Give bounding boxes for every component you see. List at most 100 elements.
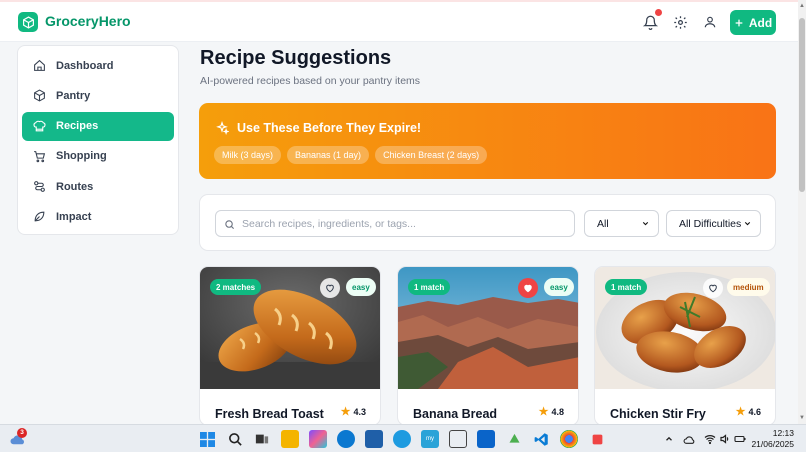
expiring-chip[interactable]: Chicken Breast (2 days): [375, 146, 488, 164]
clock-time: 12:13: [772, 428, 794, 438]
recipe-image-canyon: 1 match easy: [398, 267, 578, 389]
chef-hat-icon: [32, 119, 46, 133]
notification-dot: [655, 9, 662, 16]
expiring-chip[interactable]: Milk (3 days): [214, 146, 282, 164]
scroll-up-arrow-icon[interactable]: ▲: [798, 2, 806, 10]
sidebar-item-label: Impact: [56, 210, 92, 223]
chevron-down-icon: [642, 221, 649, 226]
sidebar-item-label: Shopping: [56, 150, 107, 163]
recipe-image-chicken: 1 match medium: [595, 267, 775, 389]
expiring-items-banner: Use These Before They Expire! Milk (3 da…: [199, 103, 776, 179]
mysql-workbench-icon[interactable]: my: [421, 430, 439, 448]
difficulty-badge: medium: [727, 278, 770, 296]
match-badge: 1 match: [408, 279, 451, 295]
rating-value: 4.8: [551, 406, 564, 417]
box-icon: [32, 89, 46, 103]
recipe-title[interactable]: Chicken Stir Fry: [610, 407, 706, 421]
chrome-browser-icon[interactable]: [560, 430, 578, 448]
notification-bell-icon[interactable]: [638, 9, 662, 34]
recipe-title[interactable]: Fresh Bread Toast: [215, 407, 324, 421]
recipe-title[interactable]: Banana Bread: [413, 407, 497, 421]
app-red-icon[interactable]: [588, 430, 606, 448]
match-badge: 1 match: [605, 279, 648, 295]
top-header: GroceryHero Add: [0, 0, 798, 42]
sidebar-item-label: Dashboard: [56, 59, 114, 72]
system-clock[interactable]: 12:13 21/06/2025: [751, 428, 794, 450]
chevron-up-icon[interactable]: [660, 430, 678, 448]
chevron-down-icon: [744, 221, 751, 226]
difficulty-select[interactable]: All Difficulties: [666, 210, 761, 237]
add-button[interactable]: Add: [730, 10, 776, 35]
match-badge: 2 matches: [210, 279, 262, 295]
battery-icon[interactable]: [731, 430, 749, 448]
expiring-chip[interactable]: Bananas (1 day): [287, 146, 370, 164]
category-select[interactable]: All: [584, 210, 659, 237]
home-icon: [32, 59, 46, 73]
file-explorer-icon[interactable]: [281, 430, 299, 448]
search-icon[interactable]: [226, 430, 244, 448]
rating-value: 4.3: [353, 406, 366, 417]
logo-box-icon: [18, 12, 38, 32]
star-icon: ★: [735, 406, 746, 418]
recipe-card[interactable]: 2 matches easy Fresh Bread Toast ★ 4.3: [199, 266, 381, 426]
settings-gear-icon[interactable]: [668, 10, 692, 34]
windows-start-icon[interactable]: [198, 430, 216, 448]
favorite-heart-icon[interactable]: [320, 278, 340, 298]
sidebar-item-pantry[interactable]: Pantry: [22, 81, 174, 110]
outlook-icon[interactable]: [477, 430, 495, 448]
windows-taskbar: 3 my 12:13 21/06/2025: [0, 424, 806, 452]
sidebar-item-shopping[interactable]: Shopping: [22, 142, 174, 171]
recipe-rating: ★ 4.3: [341, 405, 366, 418]
recipe-card[interactable]: 1 match easy Banana Bread ★ 4.8: [397, 266, 579, 426]
user-profile-icon[interactable]: [698, 10, 722, 34]
weather-badge: 3: [17, 428, 27, 438]
sidebar-item-recipes[interactable]: Recipes: [22, 111, 174, 141]
sidebar: Dashboard Pantry Recipes Shopping Routes…: [17, 45, 179, 235]
difficulty-select-value: All Difficulties: [679, 217, 742, 230]
cloud-icon[interactable]: [680, 430, 698, 448]
leaf-icon: [32, 210, 46, 224]
star-icon: ★: [538, 406, 549, 418]
vscode-icon[interactable]: [532, 430, 550, 448]
app-name[interactable]: GroceryHero: [45, 13, 131, 29]
page-scrollbar[interactable]: ▲ ▼: [798, 0, 806, 424]
page-title: Recipe Suggestions: [200, 47, 392, 69]
store-icon[interactable]: [365, 430, 383, 448]
copilot-icon[interactable]: [309, 430, 327, 448]
sidebar-item-label: Routes: [56, 180, 94, 193]
recipe-search-input[interactable]: [215, 210, 575, 237]
search-icon: [224, 217, 235, 235]
page-subtitle: AI-powered recipes based on your pantry …: [200, 75, 421, 87]
route-icon: [32, 180, 46, 194]
sparkles-icon: [215, 120, 230, 140]
scrollbar-thumb[interactable]: [799, 18, 805, 192]
media-player-icon[interactable]: [449, 430, 467, 448]
expiring-chips: Milk (3 days) Bananas (1 day) Chicken Br…: [214, 146, 488, 164]
sidebar-item-label: Pantry: [56, 89, 91, 102]
expiring-title: Use These Before They Expire!: [237, 121, 422, 135]
cart-icon: [32, 149, 46, 163]
recipe-rating: ★ 4.6: [736, 405, 761, 418]
sidebar-item-impact[interactable]: Impact: [22, 202, 174, 231]
sidebar-item-routes[interactable]: Routes: [22, 172, 174, 201]
recycle-icon[interactable]: [505, 430, 523, 448]
rating-value: 4.6: [748, 406, 761, 417]
favorite-heart-icon[interactable]: [703, 278, 723, 298]
clock-date: 21/06/2025: [751, 439, 794, 449]
add-button-label: Add: [748, 15, 773, 30]
scroll-down-arrow-icon[interactable]: ▼: [798, 414, 806, 422]
task-view-icon[interactable]: [253, 430, 271, 448]
app-icon[interactable]: [393, 430, 411, 448]
edge-browser-icon[interactable]: [337, 430, 355, 448]
category-select-value: All: [597, 217, 609, 230]
plus-icon: [735, 19, 743, 26]
favorite-heart-icon[interactable]: [518, 278, 538, 298]
recipe-rating: ★ 4.8: [539, 405, 564, 418]
recipe-image-bread: 2 matches easy: [200, 267, 380, 389]
sidebar-item-label: Recipes: [56, 120, 99, 133]
difficulty-badge: easy: [346, 278, 376, 296]
sidebar-item-dashboard[interactable]: Dashboard: [22, 51, 174, 80]
recipe-card[interactable]: 1 match medium Chicken Stir Fry ★ 4.6: [594, 266, 776, 426]
star-icon: ★: [340, 406, 351, 418]
search-filter-card: All All Difficulties: [199, 194, 776, 251]
